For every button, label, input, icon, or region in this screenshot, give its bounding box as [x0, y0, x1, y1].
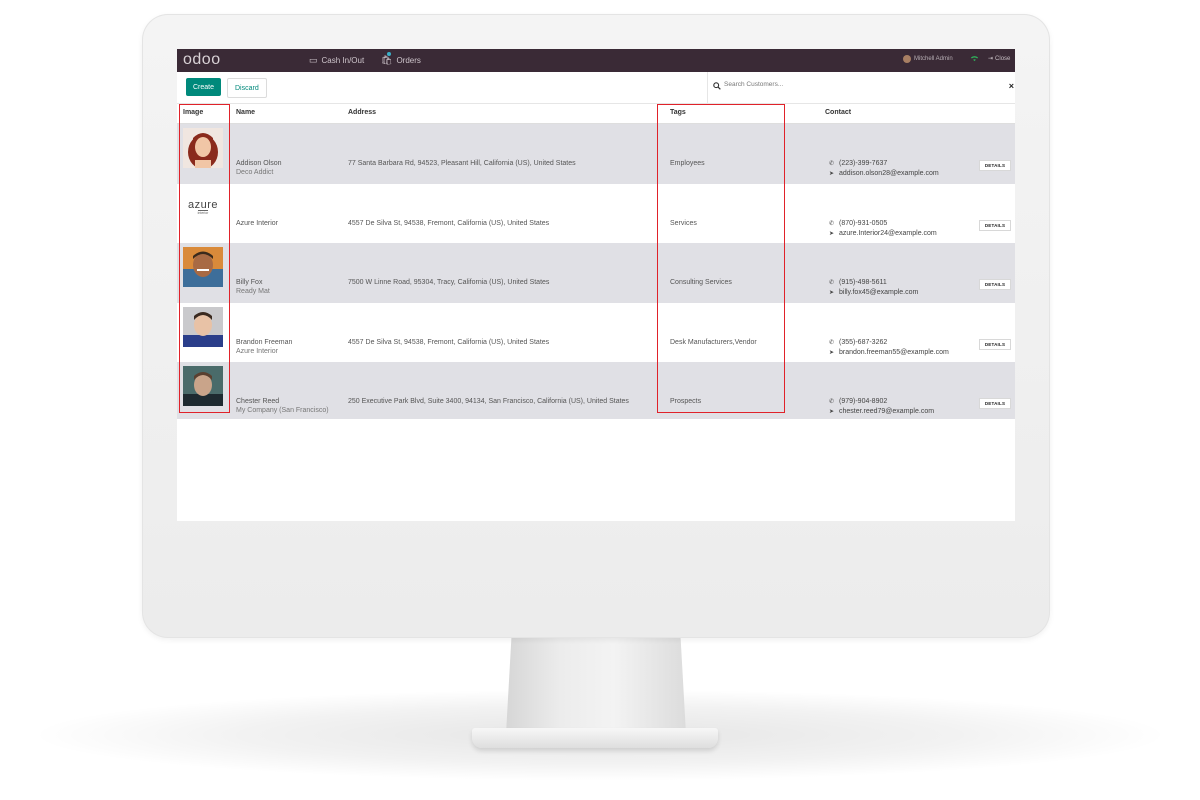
control-bar: Create Discard ×	[177, 72, 1015, 104]
header-name: Name	[236, 109, 256, 116]
customer-address: 4557 De Silva St, 94538, Fremont, Califo…	[348, 338, 550, 346]
cash-in-out-button[interactable]: ▭ Cash In/Out	[309, 55, 364, 66]
email-icon: ➤	[829, 290, 835, 297]
close-button[interactable]: ⇥ Close	[988, 55, 1011, 63]
top-navbar: odoo ▭ Cash In/Out 🛍 Orders Mitchell Adm…	[177, 49, 1015, 72]
image-column-highlight	[179, 104, 230, 413]
customer-name-cell: Addison Olson Deco Addict	[236, 159, 282, 177]
customer-name: Azure Interior	[236, 219, 279, 227]
customer-name: Brandon Freeman	[236, 338, 293, 346]
customer-phone: (915)-498-5611	[839, 279, 887, 287]
customer-phone: (870)-931-0505	[839, 219, 888, 227]
customer-address: 7500 W Linne Road, 95304, Tracy, Califor…	[348, 279, 550, 287]
customer-email: billy.fox45@example.com	[839, 289, 919, 297]
customer-email: azure.Interior24@example.com	[839, 229, 937, 237]
header-contact: Contact	[825, 109, 852, 116]
customer-company: My Company (San Francisco)	[236, 407, 329, 415]
cash-icon: ▭	[309, 55, 318, 65]
odoo-logo: odoo	[183, 51, 221, 68]
phone-icon: ✆	[829, 161, 835, 167]
customer-email: brandon.freeman55@example.com	[839, 348, 949, 356]
screen: odoo ▭ Cash In/Out 🛍 Orders Mitchell Adm…	[177, 49, 1015, 521]
email-icon: ➤	[829, 171, 835, 177]
customer-email: addison.olson28@example.com	[839, 170, 939, 177]
customer-contact: ✆ (979)-904-8902 ➤ chester.reed79@example.…	[829, 397, 934, 417]
phone-icon: ✆	[829, 399, 835, 406]
user-menu[interactable]: Mitchell Admin	[903, 55, 953, 63]
clear-search-icon[interactable]: ×	[1009, 81, 1014, 91]
search-customers-input[interactable]	[724, 81, 984, 88]
customer-name-cell: Chester Reed My Company (San Francisco)	[236, 397, 329, 415]
customer-address: 250 Executive Park Blvd, Suite 3400, 941…	[348, 398, 629, 406]
customer-contact: ✆ (355)-687-3262 ➤ brandon.freeman55@examp…	[829, 338, 949, 358]
details-button[interactable]: DETAILS	[979, 338, 1011, 350]
email-icon: ➤	[829, 230, 835, 237]
customer-name: Addison Olson	[236, 160, 282, 167]
close-label: Close	[995, 55, 1011, 62]
user-name: Mitchell Admin	[914, 56, 953, 62]
table-row[interactable]: azure interior Azure Interior 4557 De Si…	[177, 184, 1015, 244]
customer-table: Image Name Address Tags Contact Addison …	[177, 104, 1015, 420]
customer-company: Deco Addict	[236, 169, 274, 176]
phone-icon: ✆	[829, 339, 835, 346]
monitor-neck	[506, 638, 686, 734]
email-icon: ➤	[829, 349, 835, 356]
phone-icon: ✆	[829, 220, 835, 227]
details-button[interactable]: DETAILS	[979, 160, 1011, 171]
user-avatar	[903, 55, 911, 63]
cash-in-out-label: Cash In/Out	[321, 56, 365, 65]
customer-contact: ✆ (870)-931-0505 ➤ azure.Interior24@exampl…	[829, 219, 937, 239]
discard-button[interactable]: Discard	[227, 78, 267, 98]
customer-phone: (223)-399-7637	[839, 160, 888, 167]
customer-address: 4557 De Silva St, 94538, Fremont, Califo…	[348, 219, 550, 227]
search-bar: ×	[707, 72, 1015, 103]
customer-name-cell: Billy Fox Ready Mat	[236, 278, 270, 296]
details-button[interactable]: DETAILS	[979, 398, 1011, 410]
orders-label: Orders	[396, 56, 421, 65]
monitor-base	[472, 728, 718, 748]
customer-contact: ✆ (915)-498-5611 ➤ billy.fox45@example.com	[829, 278, 918, 298]
customer-company: Ready Mat	[236, 288, 270, 296]
customer-phone: (979)-904-8902	[839, 398, 888, 406]
details-button[interactable]: DETAILS	[979, 219, 1011, 231]
email-icon: ➤	[829, 409, 835, 416]
customer-address: 77 Santa Barbara Rd, 94523, Pleasant Hil…	[348, 160, 576, 167]
table-row[interactable]: Chester Reed My Company (San Francisco) …	[177, 362, 1015, 420]
customer-name-cell: Azure Interior	[236, 219, 278, 228]
orders-button[interactable]: 🛍 Orders	[381, 52, 421, 66]
exit-icon: ⇥	[988, 56, 994, 62]
table-row[interactable]: Brandon Freeman Azure Interior 4557 De S…	[177, 303, 1015, 363]
customer-name: Billy Fox	[236, 279, 263, 287]
tags-column-highlight	[657, 104, 785, 413]
wifi-icon	[970, 54, 979, 64]
phone-icon: ✆	[829, 280, 835, 287]
orders-icon: 🛍	[381, 52, 392, 66]
create-button[interactable]: Create	[186, 78, 222, 96]
table-header: Image Name Address Tags Contact	[177, 104, 1015, 124]
header-address: Address	[348, 109, 377, 116]
search-icon	[713, 82, 721, 92]
details-button[interactable]: DETAILS	[979, 279, 1011, 291]
customer-email: chester.reed79@example.com	[839, 408, 935, 416]
customer-name-cell: Brandon Freeman Azure Interior	[236, 338, 292, 356]
table-row[interactable]: Billy Fox Ready Mat 7500 W Linne Road, 9…	[177, 243, 1015, 303]
customer-phone: (355)-687-3262	[839, 338, 888, 346]
table-row[interactable]: Addison Olson Deco Addict 77 Santa Barba…	[177, 124, 1015, 184]
customer-contact: ✆ (223)-399-7637 ➤ addison.olson28@example…	[829, 159, 939, 179]
customer-company: Azure Interior	[236, 347, 279, 355]
customer-name: Chester Reed	[236, 398, 280, 406]
